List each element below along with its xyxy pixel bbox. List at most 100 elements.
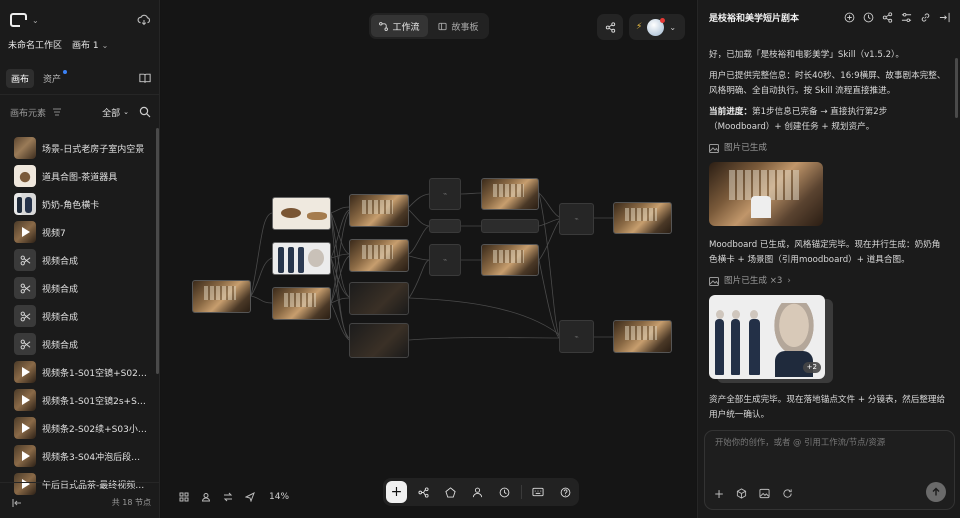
book-icon[interactable] [139,73,151,84]
list-item[interactable]: 奶奶-角色横卡 [14,190,147,218]
list-item[interactable]: 视频条1-S01空镜+S02擦... [14,358,147,386]
link-icon[interactable] [920,12,931,23]
divider [0,94,159,95]
workflow-node[interactable] [349,323,409,358]
keyboard-button[interactable] [528,481,549,503]
sidebar-scrollbar[interactable] [156,128,159,374]
workflow-canvas[interactable]: 工作流 故事板 ⚡ ⌄ ⌁ ⌁ ⌁ ⌁ 14% + [161,0,696,518]
list-item-label: 视频合成 [42,256,79,267]
chat-scrollbar[interactable] [955,58,958,118]
tab-assets[interactable]: 资产 [38,69,68,88]
scissors-icon [20,339,30,349]
canvas-selector[interactable]: 画布 1 ⌄ [72,38,108,51]
chat-composer: + [704,430,955,510]
swap-icon[interactable] [223,492,233,502]
workflow-node[interactable] [192,280,251,313]
cube-icon[interactable] [736,488,747,499]
workflow-node[interactable] [272,197,331,230]
workflow-node[interactable] [349,239,409,272]
list-item[interactable]: 视频条2-S02续+S03小猫... [14,414,147,442]
character-image-stack[interactable]: +2 [709,295,833,383]
grid-icon[interactable] [179,492,189,502]
scissors-icon [20,255,30,265]
settings-sliders-icon[interactable] [901,12,912,23]
workspace-name[interactable]: 未命名工作区 [8,38,62,51]
history-icon[interactable] [863,12,874,23]
collapse-panel-icon[interactable] [939,12,950,23]
play-icon [22,395,30,405]
add-chat-icon[interactable] [844,12,855,23]
collapse-sidebar-icon[interactable] [12,498,22,508]
add-node-button[interactable]: + [386,481,407,503]
thumbnail [14,193,36,215]
share-icon[interactable] [882,11,893,23]
generated-images-label[interactable]: 图片已生成 ×3 › [709,274,948,289]
list-item[interactable]: 视频条3-S04冲泡后段+S... [14,442,147,470]
workflow-node[interactable] [481,178,539,210]
list-item-label: 奶奶-角色横卡 [42,200,100,211]
list-item[interactable]: 视频合成 [14,246,147,274]
search-icon[interactable] [139,106,151,118]
zoom-level[interactable]: 14% [269,492,289,502]
list-item[interactable]: 视频合成 [14,302,147,330]
list-item[interactable]: 视频合成 [14,330,147,358]
person-button[interactable] [467,481,488,503]
list-item[interactable]: 视频合成 [14,274,147,302]
group-icon[interactable] [201,492,211,502]
connect-button[interactable] [413,481,434,503]
history-button[interactable] [494,481,515,503]
chat-input[interactable] [715,437,945,447]
process-node[interactable]: ⌁ [559,320,594,353]
chat-message: 当前进度：第1步信息已完备 → 直接执行第2步（Moodboard）+ 创建任务… [709,105,948,135]
process-node[interactable]: ⌁ [559,203,594,235]
shapes-button[interactable] [440,481,461,503]
workflow-node[interactable] [429,219,461,233]
workflow-node[interactable] [272,242,331,275]
thumbnail [14,445,36,467]
play-icon [22,451,30,461]
scissors-icon [20,311,30,321]
list-item[interactable]: 视频7 [14,218,147,246]
chevron-down-icon: ⌄ [123,108,129,116]
workflow-node[interactable] [481,219,539,233]
navigate-icon[interactable] [245,492,255,502]
tab-canvas[interactable]: 画布 [6,68,35,88]
generated-images-text: 图片已生成 ×3 [724,276,783,286]
chevron-down-icon[interactable]: ⌄ [32,16,39,25]
list-item[interactable]: 视频条1-S01空镜2s+S02... [14,386,147,414]
workflow-node[interactable] [613,320,672,353]
list-item[interactable]: 道具合图-茶道器具 [14,162,147,190]
cloud-sync-icon[interactable] [137,13,151,27]
thumbnail [14,417,36,439]
list-item[interactable]: 场景-日式老房子室内空景 [14,134,147,162]
help-button[interactable] [555,481,576,503]
send-button[interactable] [926,482,946,502]
more-images-badge: +2 [802,362,821,373]
workflow-node[interactable] [613,202,672,234]
tab-assets-label: 资产 [43,74,62,85]
help-icon [560,487,571,497]
workflow-node[interactable] [349,282,409,315]
plus-icon[interactable]: + [714,488,724,500]
filter-dropdown[interactable]: 全部 ⌄ [102,106,129,119]
moodboard-image[interactable] [709,162,823,226]
logo-row: ⌄ [10,10,151,30]
image-icon [709,144,719,153]
keyboard-icon [532,487,544,497]
sort-icon[interactable] [52,108,62,116]
workflow-node[interactable] [349,194,409,227]
app-logo-icon[interactable] [10,13,27,27]
process-node[interactable]: ⌁ [429,178,461,210]
workflow-node[interactable] [481,244,539,276]
canvas-element-list: 场景-日式老房子室内空景 道具合图-茶道器具 奶奶-角色横卡 视频7 视频合成 视频合成视… [14,134,147,498]
refresh-icon[interactable] [782,488,793,499]
left-sidebar: ⌄ 未命名工作区 画布 1 ⌄ 画布 资产 画布元素 全部 ⌄ 场景-日式老房子室内… [0,0,160,518]
image-upload-icon[interactable] [759,488,770,499]
list-item-label: 视频7 [42,228,66,239]
list-item-label: 视频条2-S02续+S03小猫... [42,424,147,435]
sidebar-tabs: 画布 资产 [6,68,151,88]
generated-images-label[interactable]: 图片已生成 [709,141,948,156]
list-item[interactable]: 午后日式品茶-最终视频剪... [14,470,147,498]
process-node[interactable]: ⌁ [429,244,461,276]
workflow-node[interactable] [272,287,331,320]
